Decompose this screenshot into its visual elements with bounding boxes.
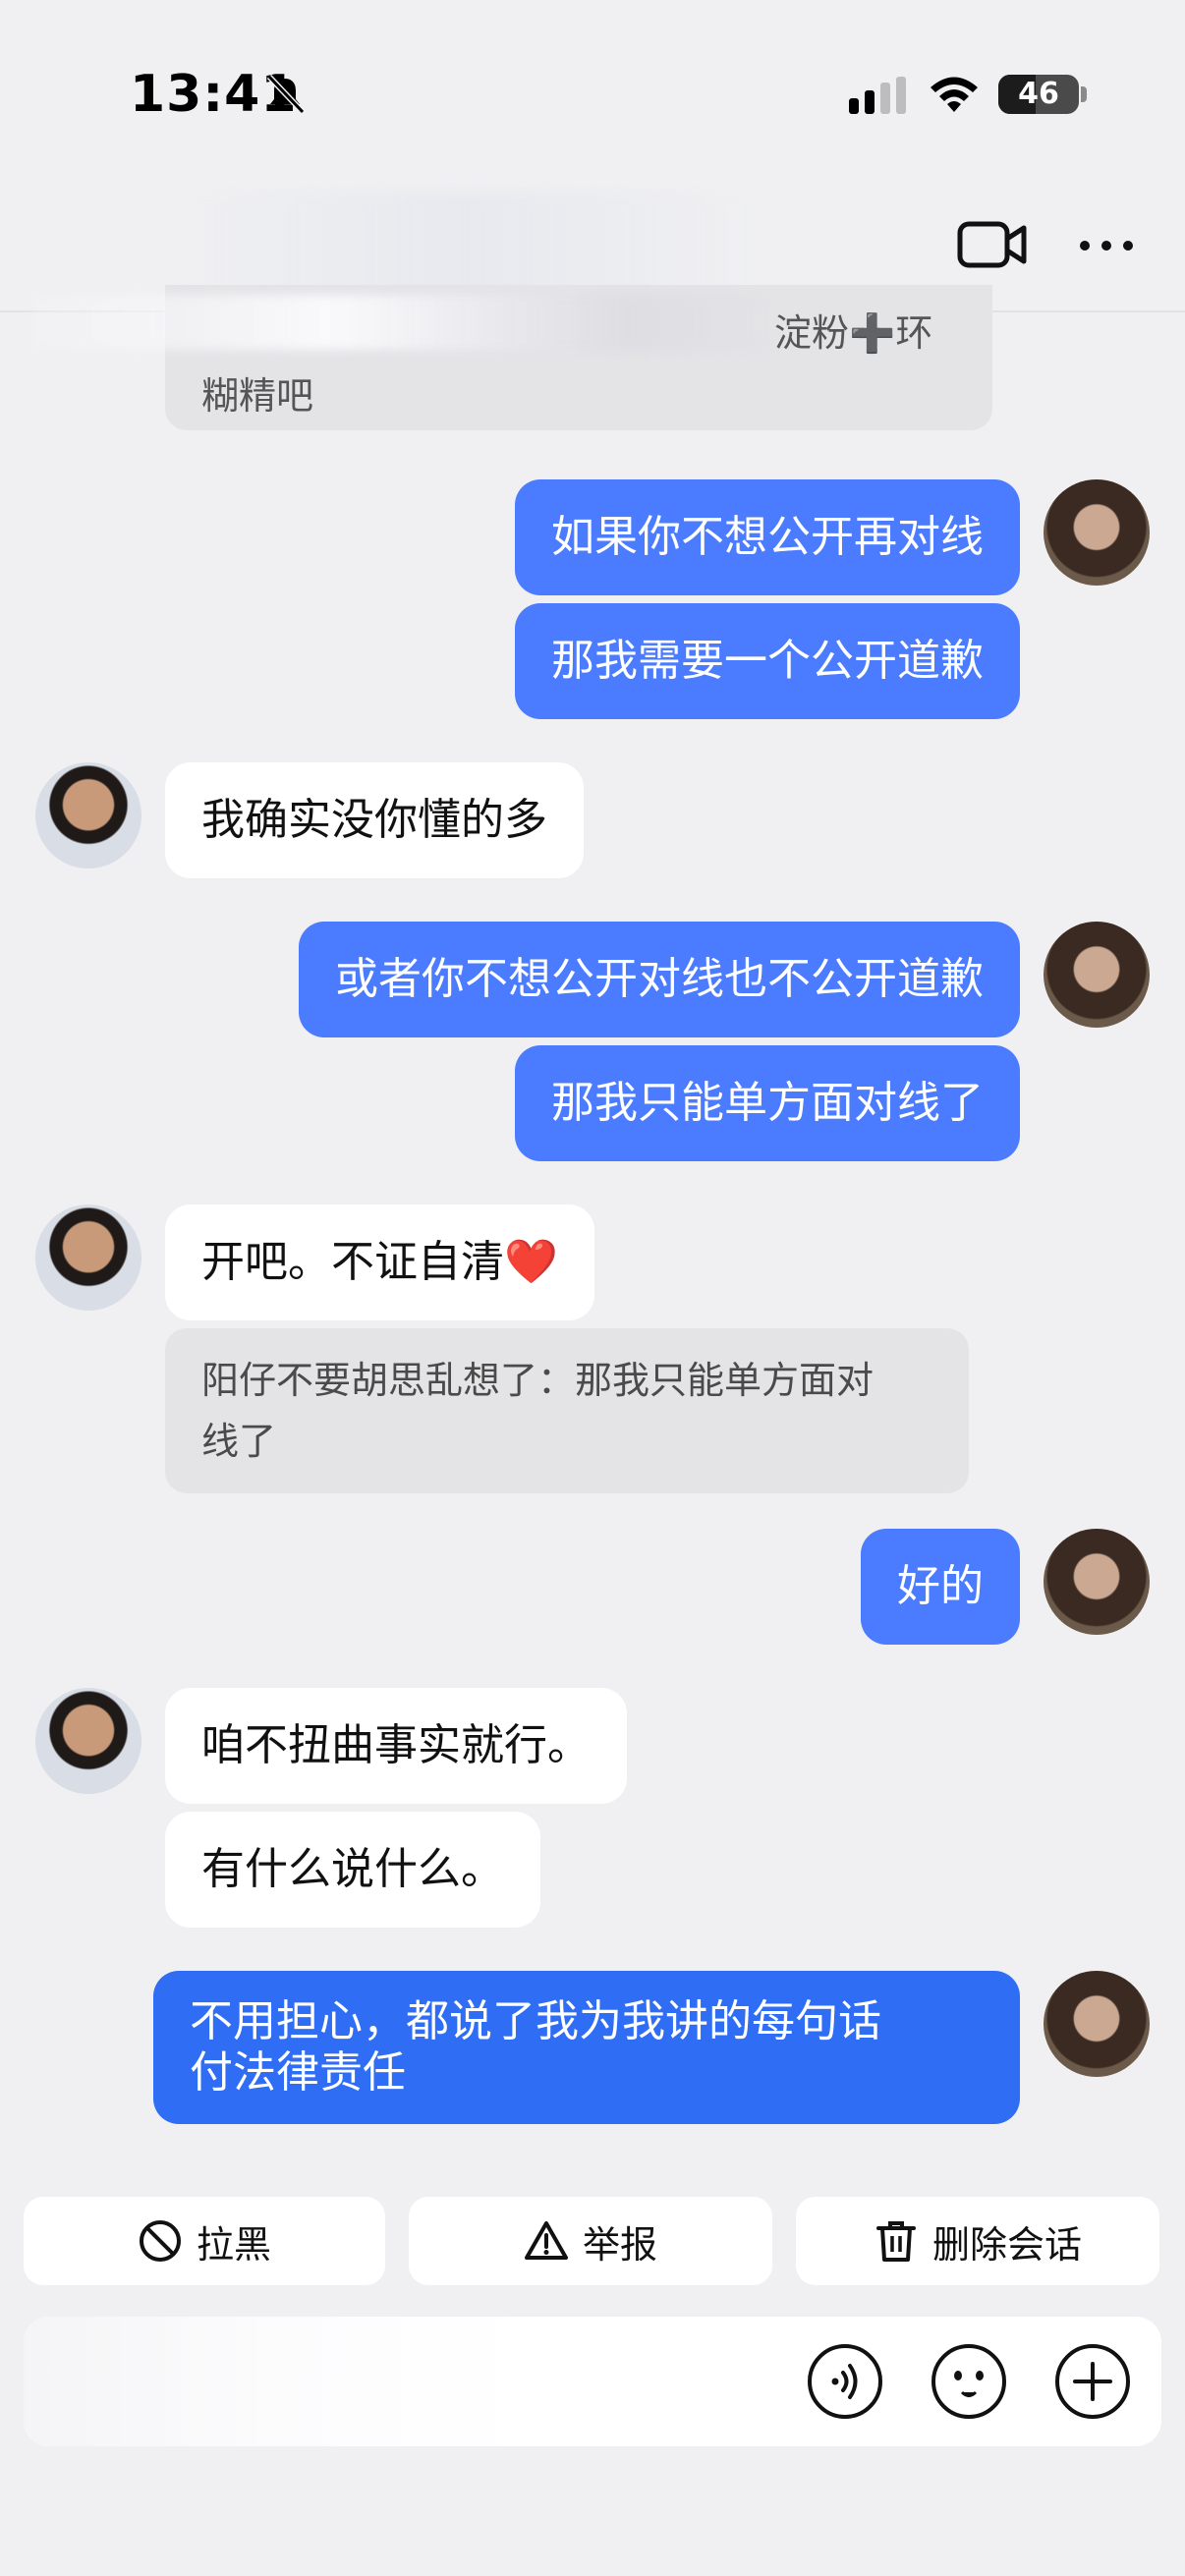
contact-avatar[interactable] <box>35 762 141 868</box>
contact-avatar[interactable] <box>35 1688 141 1794</box>
report-label: 举报 <box>582 2222 657 2267</box>
message-line2: 付法律责任 <box>190 2047 406 2098</box>
quoted-text-line1: 淀粉➕环 <box>774 311 933 355</box>
quoted-reply-line2: 线了 <box>201 1420 277 1463</box>
outgoing-message[interactable]: 好的 <box>861 1529 1020 1645</box>
blurred-quote-text <box>29 295 776 350</box>
incoming-message[interactable]: 我确实没你懂的多 <box>165 762 584 878</box>
quoted-reply[interactable]: 阳仔不要胡思乱想了：那我只能单方面对 线了 <box>165 1328 969 1493</box>
emoji-icon[interactable] <box>928 2340 1010 2423</box>
incoming-message[interactable]: 开吧。不证自清❤️ <box>165 1204 594 1320</box>
block-button[interactable]: 拉黑 <box>24 2197 385 2285</box>
cellular-signal-icon <box>849 77 906 114</box>
outgoing-message[interactable]: 那我只能单方面对线了 <box>515 1045 1020 1161</box>
block-label: 拉黑 <box>196 2222 271 2267</box>
report-button[interactable]: 举报 <box>409 2197 772 2285</box>
battery-cap <box>1081 86 1087 102</box>
contact-avatar[interactable] <box>35 1204 141 1311</box>
quoted-text-line2: 糊精吧 <box>201 374 314 418</box>
outgoing-message[interactable]: 不用担心，都说了我为我讲的每句话 付法律责任 <box>153 1971 1020 2124</box>
video-camera-icon[interactable] <box>957 218 1028 271</box>
my-avatar[interactable] <box>1044 1971 1150 2077</box>
message-line1: 不用担心，都说了我为我讲的每句话 <box>190 1996 881 2046</box>
delete-conversation-button[interactable]: 删除会话 <box>796 2197 1159 2285</box>
incoming-message[interactable]: 有什么说什么。 <box>165 1812 540 1928</box>
battery-indicator: 46 <box>998 75 1079 114</box>
delete-label: 删除会话 <box>931 2222 1082 2267</box>
trash-icon <box>875 2221 916 2262</box>
bell-muted-icon <box>266 74 306 115</box>
outgoing-message[interactable]: 或者你不想公开对线也不公开道歉 <box>299 922 1020 1037</box>
input-blurred-area <box>24 2317 535 2446</box>
incoming-message[interactable]: 咱不扭曲事实就行。 <box>165 1688 627 1804</box>
my-avatar[interactable] <box>1044 479 1150 586</box>
outgoing-message[interactable]: 如果你不想公开再对线 <box>515 479 1020 595</box>
more-options-icon[interactable] <box>1077 234 1136 257</box>
warning-icon <box>524 2221 568 2260</box>
my-avatar[interactable] <box>1044 922 1150 1028</box>
status-bar: 13:41 46 <box>0 0 1185 187</box>
wifi-icon <box>931 77 978 112</box>
my-avatar[interactable] <box>1044 1529 1150 1635</box>
block-icon <box>139 2220 181 2262</box>
plus-icon[interactable] <box>1051 2340 1134 2423</box>
outgoing-message[interactable]: 那我需要一个公开道歉 <box>515 603 1020 719</box>
quoted-reply-line1: 阳仔不要胡思乱想了：那我只能单方面对 <box>201 1359 875 1402</box>
battery-percentage: 46 <box>1018 77 1059 111</box>
voice-icon[interactable] <box>804 2340 886 2423</box>
